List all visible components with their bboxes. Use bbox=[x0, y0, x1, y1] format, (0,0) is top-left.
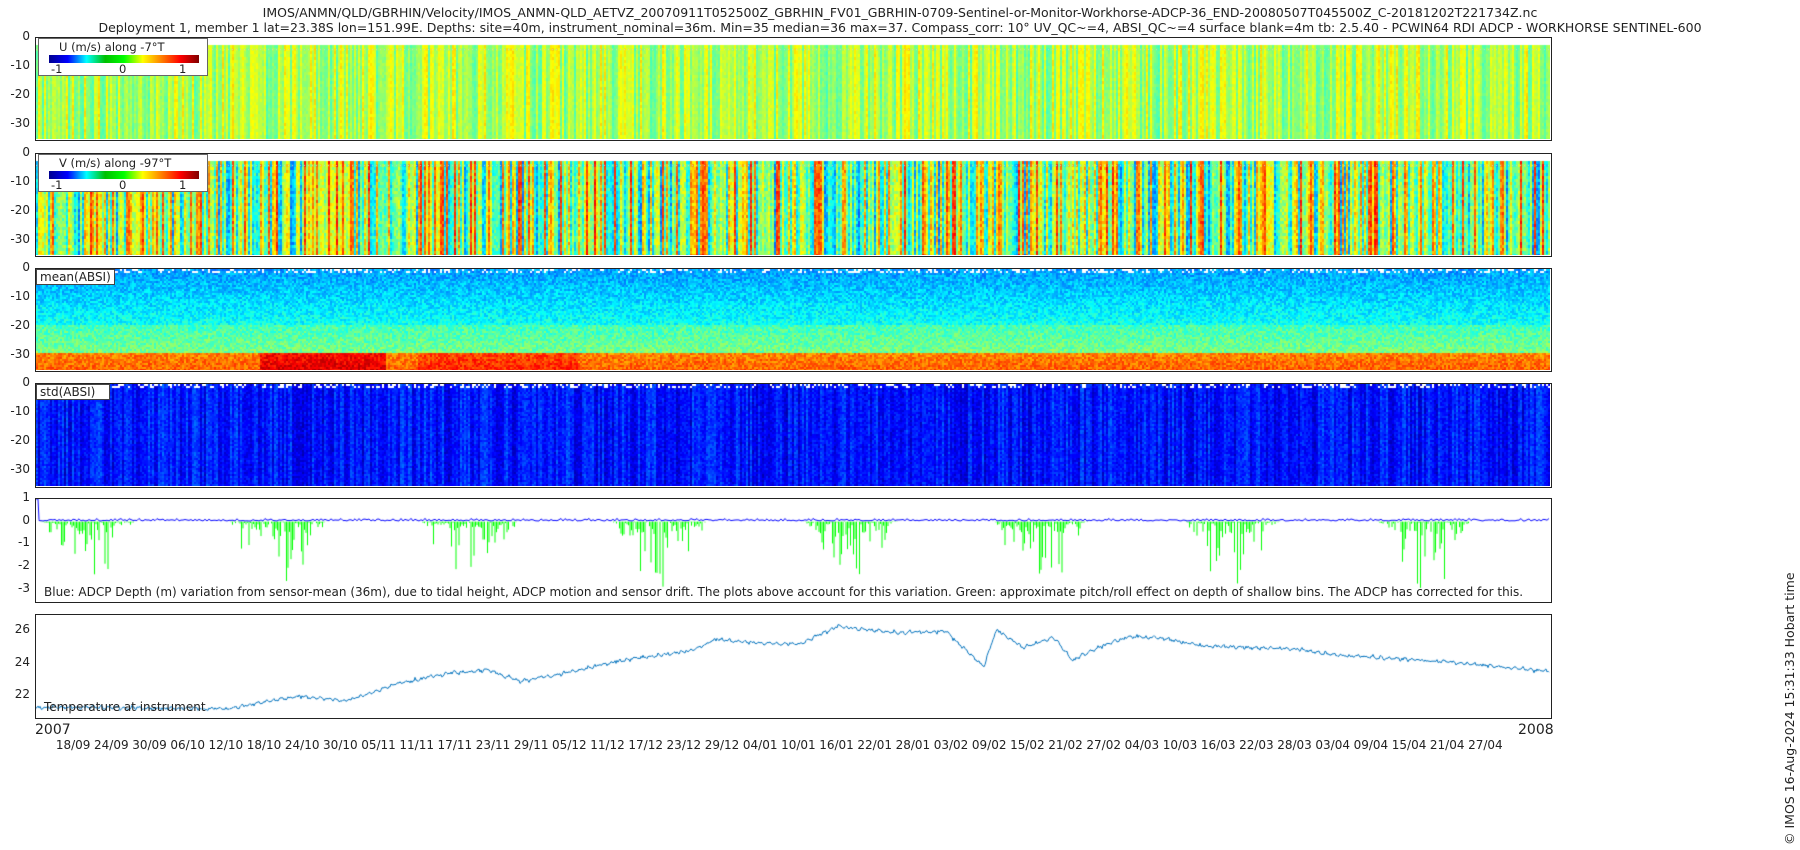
y-tick-label: 24 bbox=[14, 654, 30, 669]
std-absi-heatmap bbox=[36, 384, 1550, 486]
y-tick-label: -30 bbox=[10, 347, 30, 362]
x-tick-label: 22/03 bbox=[1239, 738, 1274, 752]
x-tick-label: 03/02 bbox=[933, 738, 969, 752]
y-tick-label: 0 bbox=[22, 260, 30, 274]
y-tick-label: -30 bbox=[10, 462, 30, 477]
x-tick-label: 29/12 bbox=[704, 738, 740, 752]
x-tick-label: 18/10 bbox=[246, 738, 282, 752]
v-colorbar-label: V (m/s) along -97°T bbox=[59, 156, 172, 170]
std-absi-panel: std(ABSI) bbox=[35, 383, 1552, 488]
u-colorbar-label: U (m/s) along -7°T bbox=[59, 40, 165, 54]
year-start-label: 2007 bbox=[35, 722, 71, 738]
y-tick-label: 22 bbox=[14, 686, 30, 701]
x-tick-label: 29/11 bbox=[513, 738, 549, 752]
y-tick-label: 0 bbox=[22, 29, 30, 43]
title-line2: Deployment 1, member 1 lat=23.38S lon=15… bbox=[98, 20, 1702, 35]
x-tick-label: 24/09 bbox=[94, 738, 129, 752]
x-tick-label: 22/01 bbox=[857, 738, 892, 752]
x-tick-label: 09/02 bbox=[971, 738, 1007, 752]
x-tick-label: 24/10 bbox=[284, 738, 320, 752]
colorbar-tick: -1 bbox=[51, 62, 63, 76]
y-tick-label: -20 bbox=[10, 433, 30, 448]
depth-annotation: Blue: ADCP Depth (m) variation from sens… bbox=[44, 585, 1524, 599]
y-tick-label: -10 bbox=[10, 404, 30, 419]
year-end-label: 2008 bbox=[1518, 722, 1554, 738]
std-absi-label: std(ABSI) bbox=[36, 384, 110, 400]
colorbar-tick: 0 bbox=[119, 178, 127, 192]
y-tick-label: -1 bbox=[18, 535, 30, 550]
colorbar-tick: 1 bbox=[179, 62, 187, 76]
title-line1: IMOS/ANMN/QLD/GBRHIN/Velocity/IMOS_ANMN-… bbox=[262, 5, 1538, 20]
v-velocity-heatmap bbox=[36, 154, 1550, 255]
v-velocity-panel: V (m/s) along -97°T -1 0 1 bbox=[35, 153, 1552, 257]
x-tick-label: 05/12 bbox=[552, 738, 587, 752]
u-velocity-heatmap bbox=[36, 38, 1550, 139]
mean-absi-panel: mean(ABSI) bbox=[35, 268, 1552, 372]
y-tick-label: -10 bbox=[10, 58, 30, 73]
y-tick-label: 26 bbox=[14, 622, 30, 637]
credit-text: © IMOS 16-Aug-2024 15:31:33 Hobart time bbox=[1782, 572, 1797, 845]
x-tick-label: 10/03 bbox=[1162, 738, 1198, 752]
x-tick-label: 18/09 bbox=[55, 738, 91, 752]
y-tick-label: 0 bbox=[22, 512, 30, 527]
y-tick-label: -20 bbox=[10, 318, 30, 333]
mean-absi-label: mean(ABSI) bbox=[36, 269, 115, 285]
x-tick-label: 23/11 bbox=[475, 738, 511, 752]
x-tick-label: 28/01 bbox=[895, 738, 931, 752]
x-tick-label: 23/12 bbox=[666, 738, 702, 752]
colorbar-tick: 0 bbox=[119, 62, 127, 76]
x-tick-label: 21/04 bbox=[1429, 738, 1465, 752]
y-tick-label: -2 bbox=[18, 558, 30, 572]
y-tick-label: 0 bbox=[22, 145, 30, 159]
y-tick-label: -20 bbox=[10, 203, 30, 218]
x-tick-label: 16/03 bbox=[1200, 738, 1236, 752]
x-tick-label: 27/02 bbox=[1086, 738, 1121, 752]
y-tick-label: 1 bbox=[22, 490, 30, 504]
y-tick-label: -20 bbox=[10, 87, 30, 102]
y-tick-label: 0 bbox=[22, 375, 30, 389]
colorbar-tick: -1 bbox=[51, 178, 63, 192]
x-tick-label: 17/11 bbox=[437, 738, 473, 752]
x-tick-label: 28/03 bbox=[1277, 738, 1312, 752]
x-tick-label: 17/12 bbox=[628, 738, 663, 752]
y-tick-label: -3 bbox=[18, 580, 30, 595]
x-tick-label: 15/02 bbox=[1010, 738, 1045, 752]
colorbar-tick: 1 bbox=[179, 178, 187, 192]
mean-absi-heatmap bbox=[36, 269, 1550, 370]
x-tick-label: 15/04 bbox=[1391, 738, 1427, 752]
x-tick-label: 05/11 bbox=[361, 738, 396, 752]
x-tick-label: 09/04 bbox=[1353, 738, 1389, 752]
x-tick-label: 16/01 bbox=[819, 738, 854, 752]
v-colorbar: V (m/s) along -97°T -1 0 1 bbox=[38, 154, 208, 192]
x-tick-label: 03/04 bbox=[1315, 738, 1350, 752]
y-tick-label: -10 bbox=[10, 289, 30, 304]
x-tick-label: 10/01 bbox=[781, 738, 816, 752]
x-tick-label: 30/09 bbox=[132, 738, 167, 752]
x-tick-label: 06/10 bbox=[170, 738, 205, 752]
depth-panel: Blue: ADCP Depth (m) variation from sens… bbox=[35, 498, 1552, 603]
u-colorbar: U (m/s) along -7°T -1 0 1 bbox=[38, 38, 208, 76]
x-tick-label: 12/10 bbox=[208, 738, 244, 752]
x-tick-label: 11/11 bbox=[399, 738, 434, 752]
temperature-label: Temperature at instrument bbox=[44, 700, 206, 714]
u-velocity-panel: U (m/s) along -7°T -1 0 1 bbox=[35, 37, 1552, 141]
x-tick-label: 30/10 bbox=[323, 738, 358, 752]
temperature-plot bbox=[36, 615, 1550, 717]
y-tick-label: -30 bbox=[10, 116, 30, 131]
figure: IMOS/ANMN/QLD/GBRHIN/Velocity/IMOS_ANMN-… bbox=[0, 0, 1800, 850]
y-tick-label: -10 bbox=[10, 174, 30, 189]
y-tick-label: -30 bbox=[10, 232, 30, 247]
x-tick-label: 04/01 bbox=[742, 738, 778, 752]
x-tick-label: 11/12 bbox=[590, 738, 625, 752]
x-tick-label: 04/03 bbox=[1124, 738, 1160, 752]
temperature-panel: Temperature at instrument bbox=[35, 614, 1552, 719]
x-tick-label: 27/04 bbox=[1468, 738, 1503, 752]
x-tick-label: 21/02 bbox=[1048, 738, 1083, 752]
